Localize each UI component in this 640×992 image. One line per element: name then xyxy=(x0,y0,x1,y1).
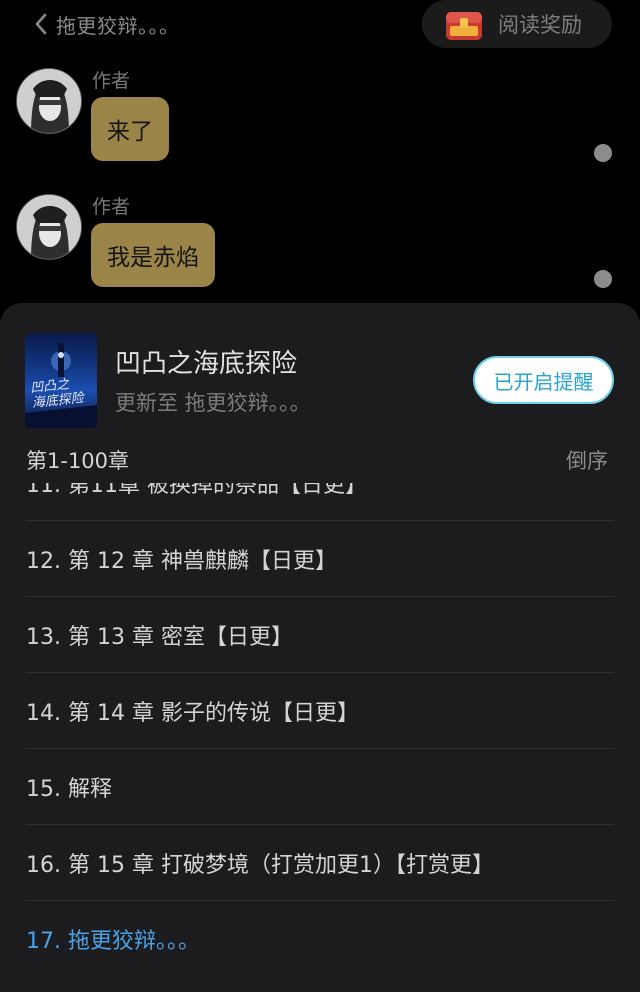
reminder-toggle-button[interactable]: 已开启提醒 xyxy=(473,356,614,404)
chapter-item[interactable]: 14. 第 14 章 影子的传说【日更】 xyxy=(26,673,614,749)
author-name: 作者 xyxy=(92,196,131,218)
chapter-item-current[interactable]: 17. 拖更狡辩。。。 xyxy=(26,901,614,977)
chapter-item[interactable]: 15. 解释 xyxy=(26,749,614,825)
back-button[interactable]: 拖更狡辩。。。 xyxy=(32,8,180,40)
book-update-status: 更新至 拖更狡辩。。。 xyxy=(115,391,311,415)
chevron-left-icon xyxy=(35,13,47,35)
author-avatar[interactable] xyxy=(16,68,82,134)
message-bubble[interactable]: 来了 xyxy=(91,97,169,161)
reading-reward-button[interactable]: 阅读奖励 xyxy=(422,0,612,48)
reward-label: 阅读奖励 xyxy=(498,13,582,37)
chapter-item[interactable]: 12. 第 12 章 神兽麒麟【日更】 xyxy=(26,521,614,597)
treasure-chest-icon xyxy=(444,6,484,42)
chat-title: 拖更狡辩。。。 xyxy=(56,13,180,38)
author-name: 作者 xyxy=(92,70,131,92)
message-dot xyxy=(594,144,612,162)
book-cover[interactable]: 凹凸之 海底探险 xyxy=(25,333,97,428)
top-bar: 拖更狡辩。。。 阅读奖励 xyxy=(0,0,640,50)
chapter-panel: 凹凸之 海底探险 凹凸之海底探险 更新至 拖更狡辩。。。 已开启提醒 第1-10… xyxy=(0,303,640,992)
chapter-item[interactable]: 13. 第 13 章 密室【日更】 xyxy=(26,597,614,673)
message-bubble[interactable]: 我是赤焰 xyxy=(91,223,215,287)
book-title: 凹凸之海底探险 xyxy=(115,349,298,379)
chapter-range[interactable]: 第1-100章 xyxy=(26,445,129,475)
chapter-list[interactable]: 11. 第11章 被换掉的祭品【日更】 12. 第 12 章 神兽麒麟【日更】 … xyxy=(0,483,640,992)
sort-order-button[interactable]: 倒序 xyxy=(566,445,608,475)
chapter-item[interactable]: 16. 第 15 章 打破梦境（打赏加更1）【打赏更】 xyxy=(26,825,614,901)
author-avatar[interactable] xyxy=(16,194,82,260)
chapter-item[interactable]: 11. 第11章 被换掉的祭品【日更】 xyxy=(26,483,614,521)
message-dot xyxy=(594,270,612,288)
